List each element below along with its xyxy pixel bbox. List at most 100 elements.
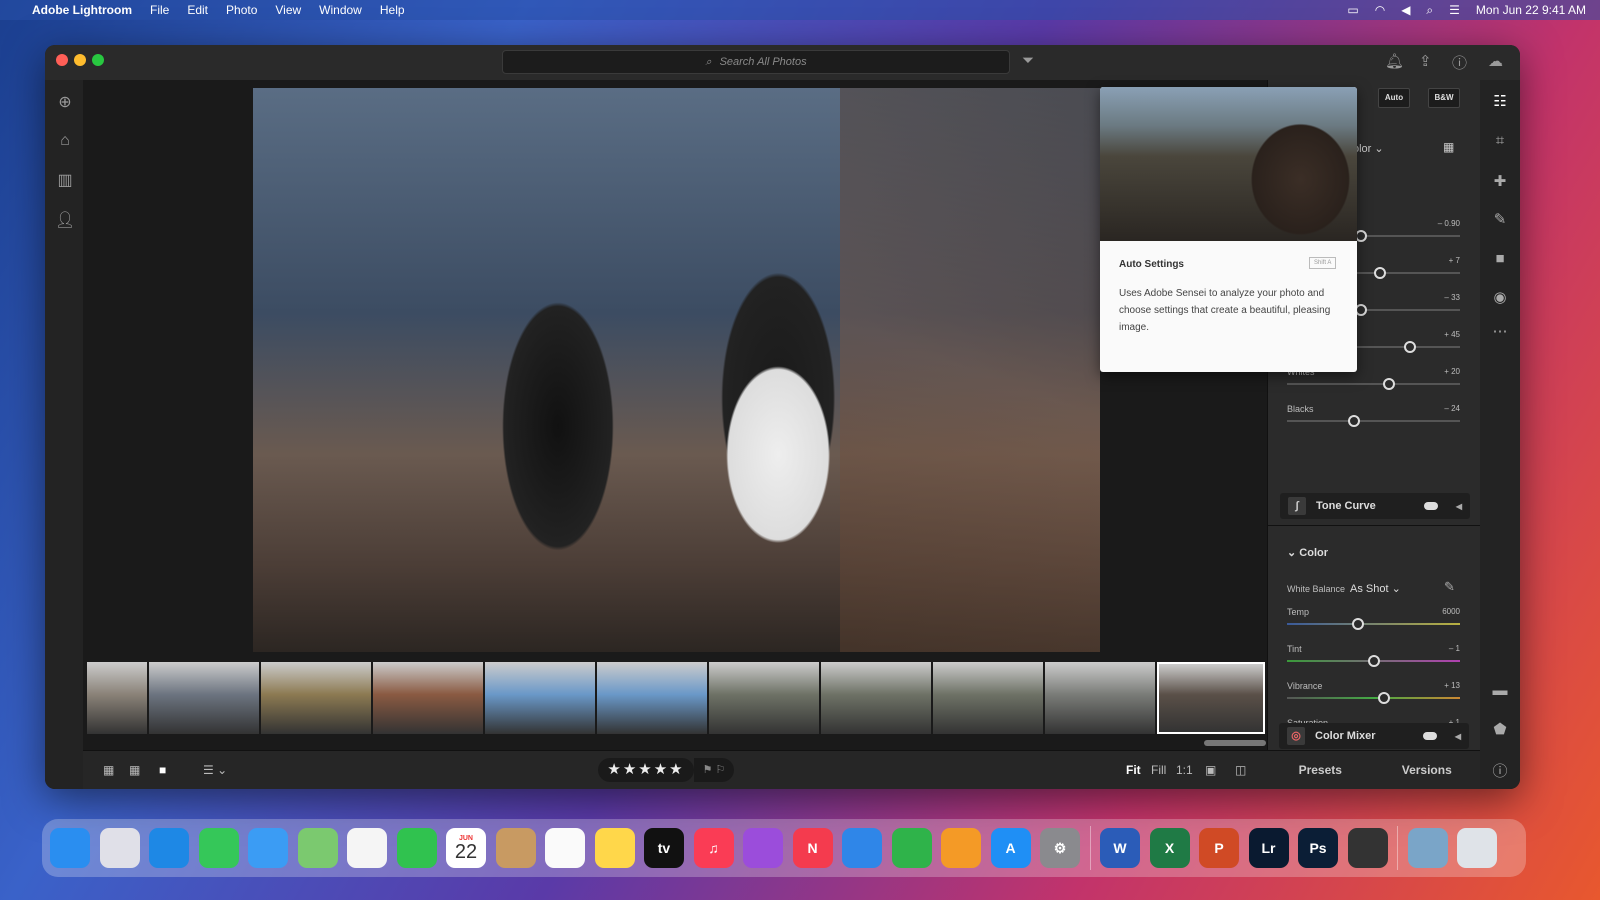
dock-photos-icon[interactable] — [347, 828, 387, 868]
cloud-icon[interactable]: ☁ — [1488, 52, 1503, 70]
slider-value[interactable]: 6000 — [1442, 607, 1460, 616]
dock-notes-icon[interactable] — [594, 828, 635, 868]
crop-icon[interactable]: ⌗ — [1490, 132, 1510, 149]
dock-news-icon[interactable]: N — [792, 828, 833, 868]
bell-icon[interactable]: 🔔︎ — [1385, 52, 1404, 70]
slider-value[interactable]: – 0.90 — [1438, 219, 1460, 228]
slider-knob[interactable] — [1374, 267, 1387, 279]
presets-tab[interactable]: Presets — [1267, 751, 1374, 789]
slider-value[interactable]: – 24 — [1444, 404, 1460, 413]
expand-arrow-icon[interactable]: ◀ — [1455, 732, 1461, 741]
dock-trash-icon[interactable] — [1457, 828, 1497, 868]
menu-view[interactable]: View — [275, 3, 301, 17]
search-input[interactable]: ⌕ Search All Photos — [502, 50, 1010, 74]
color-mixer-toggle[interactable] — [1422, 732, 1437, 740]
zoom-1-1[interactable]: 1:1 — [1176, 763, 1193, 777]
filmstrip-thumbnail[interactable] — [1045, 662, 1155, 734]
eyedropper-icon[interactable]: ✎ — [1444, 579, 1455, 595]
tone-curve-toggle[interactable] — [1423, 502, 1438, 510]
linear-gradient-icon[interactable]: ■ — [1490, 250, 1510, 267]
menu-edit[interactable]: Edit — [187, 3, 208, 17]
slider-knob[interactable] — [1403, 341, 1416, 353]
slider-value[interactable]: – 1 — [1449, 644, 1460, 653]
auto-button[interactable]: Auto — [1378, 88, 1410, 108]
dock-maps-icon[interactable] — [297, 828, 338, 868]
compare-icon[interactable]: ◫ — [1235, 763, 1246, 777]
add-photos-icon[interactable]: ⊕ — [55, 92, 75, 112]
share-icon[interactable]: ⇪ — [1419, 52, 1432, 70]
slider-value[interactable]: + 45 — [1444, 330, 1460, 339]
slider-knob[interactable] — [1351, 618, 1364, 630]
info-icon[interactable]: ⓘ — [1490, 760, 1510, 781]
healing-icon[interactable]: ✚ — [1490, 172, 1510, 190]
dock-excel-icon[interactable]: X — [1149, 828, 1190, 868]
slider-knob[interactable] — [1383, 378, 1396, 390]
flag-buttons[interactable]: ⚑ ⚐ — [694, 758, 734, 782]
filmstrip-thumbnail[interactable] — [821, 662, 931, 734]
filmstrip-toggle-icon[interactable]: ▣ — [1205, 763, 1216, 777]
people-icon[interactable]: 👤︎ — [55, 210, 75, 230]
dock-messages-icon[interactable] — [198, 828, 239, 868]
slider-value[interactable]: – 33 — [1444, 293, 1460, 302]
edit-sliders-icon[interactable]: ☷ — [1490, 92, 1510, 110]
color-mixer-section[interactable]: ◎ Color Mixer ◀ — [1279, 723, 1469, 749]
slider-knob[interactable] — [1355, 304, 1368, 316]
profile-dropdown[interactable]: olor ⌄ — [1353, 142, 1384, 155]
dock-photoshop-icon[interactable]: Ps — [1298, 828, 1338, 868]
slider-track[interactable] — [1287, 655, 1460, 667]
dock-lightroom-icon[interactable]: Lr — [1248, 828, 1289, 868]
menu-file[interactable]: File — [150, 3, 169, 17]
menu-help[interactable]: Help — [380, 3, 405, 17]
dock-contacts-icon[interactable] — [495, 828, 536, 868]
dock-final-cut-icon[interactable] — [1347, 828, 1388, 868]
volume-icon[interactable]: ◀ — [1401, 3, 1410, 17]
star-rating[interactable]: ★★★★★ — [598, 758, 694, 782]
white-balance-dropdown[interactable]: As Shot ⌄ — [1350, 582, 1401, 595]
radial-gradient-icon[interactable]: ◉ — [1490, 288, 1510, 306]
slider-knob[interactable] — [1348, 415, 1361, 427]
home-icon[interactable]: ⌂ — [55, 132, 75, 150]
dock-powerpoint-icon[interactable]: P — [1199, 828, 1239, 868]
dock-pages-icon[interactable] — [941, 828, 981, 868]
close-button[interactable] — [56, 54, 68, 66]
control-center-icon[interactable]: ☰ — [1449, 3, 1460, 17]
filmstrip-thumbnail[interactable] — [373, 662, 483, 734]
menu-photo[interactable]: Photo — [226, 3, 257, 17]
profile-browser-icon[interactable]: ▦ — [1443, 140, 1454, 154]
bw-button[interactable]: B&W — [1428, 88, 1460, 108]
tag-icon[interactable]: ⬟ — [1490, 720, 1510, 738]
slider-knob[interactable] — [1355, 230, 1368, 242]
dock-keynote-icon[interactable] — [842, 828, 882, 868]
dock-numbers-icon[interactable] — [891, 828, 932, 868]
expand-arrow-icon[interactable]: ◀ — [1456, 502, 1462, 511]
dock-app-store-icon[interactable]: A — [990, 828, 1031, 868]
slider-track[interactable] — [1287, 618, 1460, 630]
filmstrip-thumbnail[interactable] — [1157, 662, 1265, 734]
zoom-fit[interactable]: Fit — [1126, 763, 1141, 777]
dock-launchpad-icon[interactable] — [99, 828, 140, 868]
sort-icon[interactable]: ☰ ⌄ — [203, 763, 227, 777]
dock-tv-icon[interactable]: tv — [644, 828, 684, 868]
filmstrip-thumbnail[interactable] — [597, 662, 707, 734]
menu-app-name[interactable]: Adobe Lightroom — [32, 3, 132, 17]
slider-knob[interactable] — [1367, 655, 1380, 667]
dock-word-icon[interactable]: W — [1100, 828, 1140, 868]
menu-window[interactable]: Window — [319, 3, 362, 17]
slider-track[interactable] — [1287, 378, 1460, 390]
library-icon[interactable]: ▥ — [55, 170, 75, 190]
filmstrip-scrollbar[interactable] — [1204, 740, 1266, 746]
filmstrip-thumbnail[interactable] — [485, 662, 595, 734]
dock-finder-icon[interactable] — [50, 828, 90, 868]
dock-calendar-icon[interactable]: JUN 22 — [446, 828, 486, 868]
dock-preview-icon[interactable] — [1407, 828, 1448, 868]
dock-music-icon[interactable]: ♫ — [693, 828, 734, 868]
minimize-button[interactable] — [74, 54, 86, 66]
dock-system-preferences-icon[interactable]: ⚙ — [1040, 828, 1080, 868]
main-photo-penguins[interactable] — [253, 88, 1100, 652]
more-icon[interactable]: ⋯ — [1490, 322, 1510, 340]
zoom-fill[interactable]: Fill — [1151, 763, 1166, 777]
brush-icon[interactable]: ✎ — [1490, 210, 1510, 228]
dock-safari-icon[interactable] — [149, 828, 189, 868]
color-section-header[interactable]: ⌄ Color — [1287, 546, 1328, 559]
help-icon[interactable]: ⓘ — [1452, 52, 1467, 73]
